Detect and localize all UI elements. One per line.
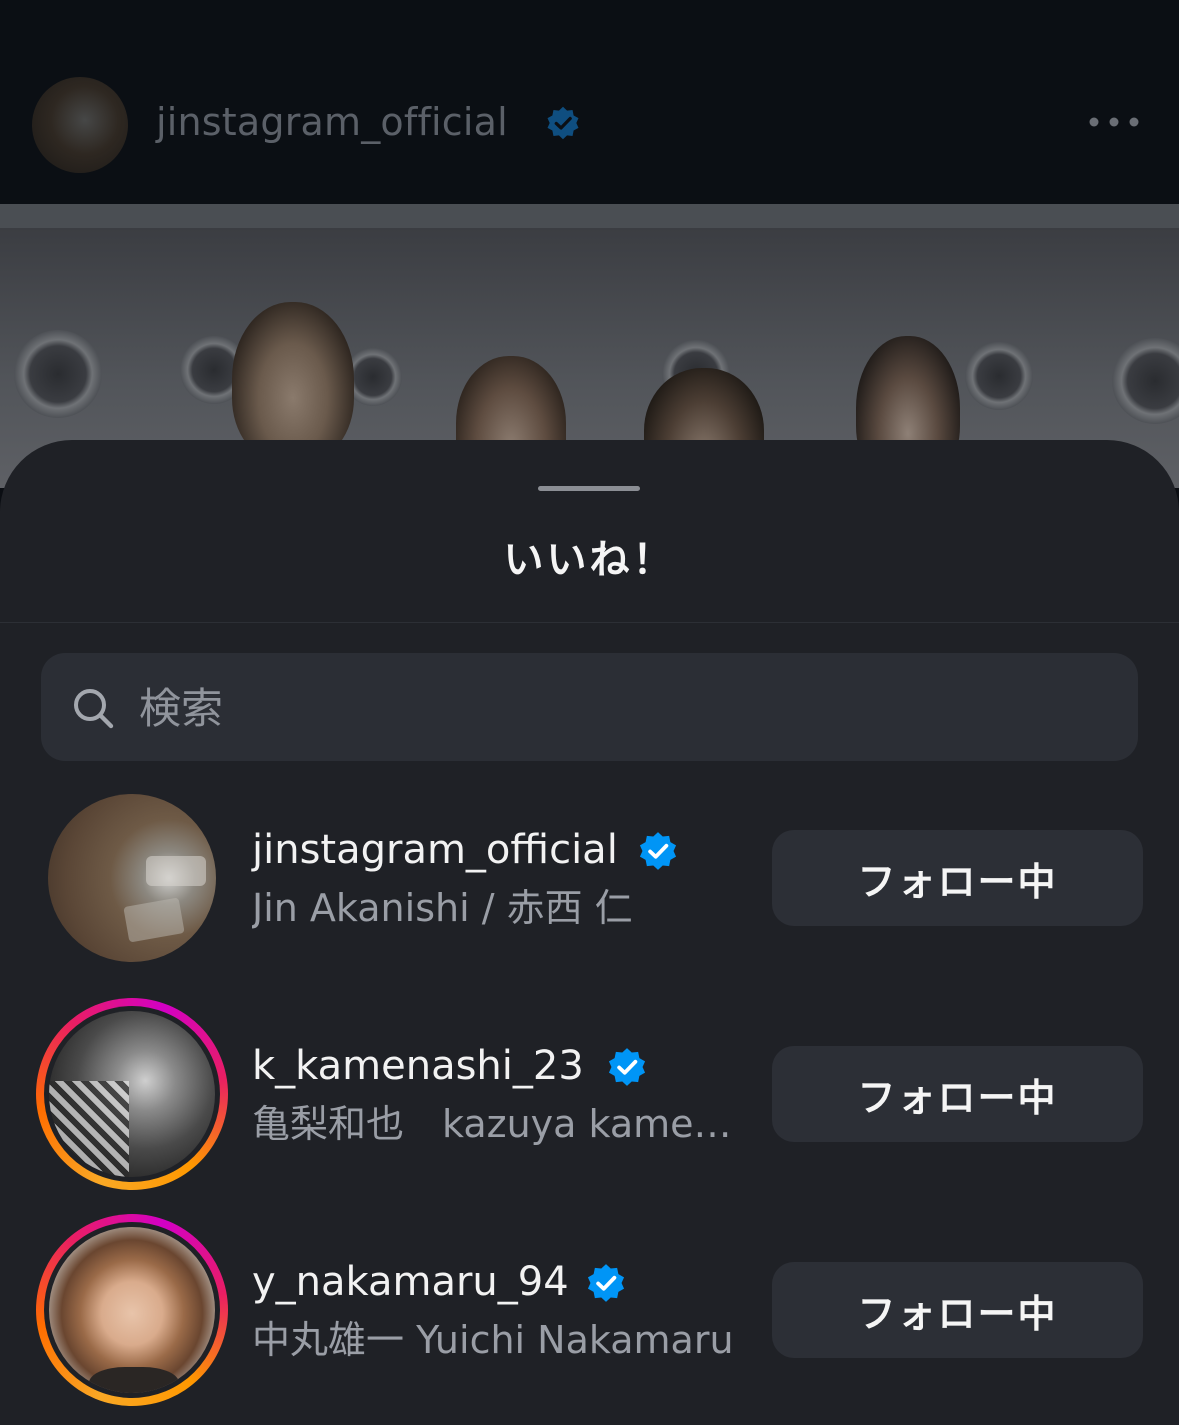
username[interactable]: jinstagram_official [252, 824, 618, 876]
post-author-avatar[interactable] [32, 77, 128, 173]
post-image-decor [1112, 338, 1179, 424]
post-image-person [232, 302, 354, 462]
avatar[interactable] [48, 794, 216, 962]
list-item[interactable]: y_nakamaru_94 中丸雄一 Yuichi Nakamaru フォロー中 [0, 1214, 1179, 1414]
list-item[interactable]: jinstagram_official Jin Akanishi / 赤西 仁 … [0, 794, 1179, 994]
search-icon [74, 689, 114, 729]
sheet-title: いいね！ [503, 537, 676, 583]
avatar-photo-detail [146, 856, 206, 886]
story-ring[interactable] [36, 998, 228, 1190]
sheet-divider [0, 622, 1179, 623]
following-button[interactable]: フォロー中 [772, 1046, 1143, 1142]
post-image-decor [965, 342, 1033, 410]
following-button[interactable]: フォロー中 [772, 1262, 1143, 1358]
username[interactable]: y_nakamaru_94 [252, 1256, 569, 1308]
verified-badge-icon [587, 1264, 625, 1302]
avatar-photo-detail [89, 1367, 179, 1393]
sheet-drag-handle[interactable] [538, 486, 640, 491]
avatar [49, 1227, 215, 1393]
avatar-photo-detail [123, 897, 185, 943]
search-bar[interactable] [41, 653, 1138, 761]
avatar [49, 1011, 215, 1177]
avatar-photo-detail [49, 1081, 129, 1177]
list-item[interactable]: k_kamenashi_23 亀梨和也 kazuya kamenashi フォロ… [0, 998, 1179, 1198]
post-author-username[interactable]: jinstagram_official [156, 96, 508, 148]
post-image-decor [14, 330, 102, 418]
full-name: 中丸雄一 Yuichi Nakamaru [252, 1318, 734, 1362]
avatar-border [44, 1222, 220, 1398]
username[interactable]: k_kamenashi_23 [252, 1040, 584, 1092]
verified-badge-icon [639, 832, 677, 870]
avatar-border [44, 1006, 220, 1182]
more-horizontal-icon[interactable] [1086, 104, 1142, 140]
verified-badge-icon [547, 106, 579, 140]
full-name: 亀梨和也 kazuya kamenashi [252, 1102, 742, 1146]
following-button[interactable]: フォロー中 [772, 830, 1143, 926]
story-ring[interactable] [36, 1214, 228, 1406]
full-name: Jin Akanishi / 赤西 仁 [252, 886, 633, 930]
search-input[interactable] [137, 673, 1101, 743]
post-divider [0, 204, 1179, 228]
verified-badge-icon [608, 1048, 646, 1086]
post-header: jinstagram_official [0, 0, 1179, 204]
